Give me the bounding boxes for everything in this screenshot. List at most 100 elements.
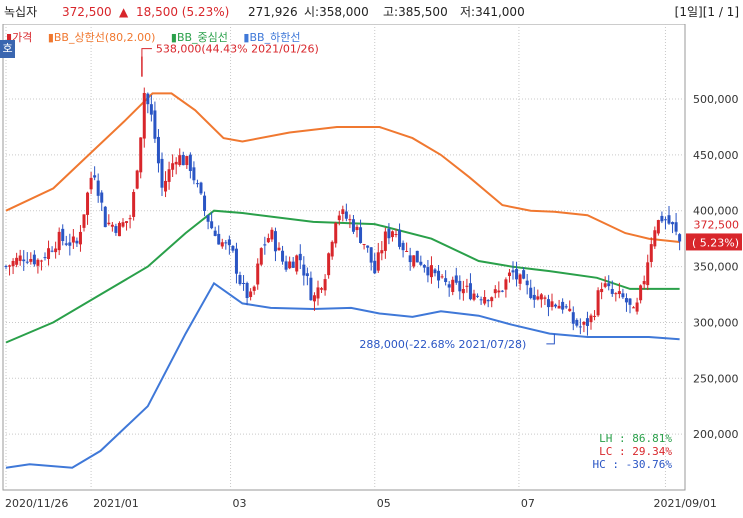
candle-body [362, 243, 366, 245]
x-tick-label: 05 [377, 497, 391, 510]
candle-body [419, 261, 423, 265]
candle-body [284, 261, 288, 270]
candle-body [89, 177, 93, 190]
candle-body [543, 297, 547, 299]
candle-body [493, 289, 497, 294]
candle-body [71, 236, 75, 243]
candle-body [100, 192, 104, 203]
candle-body [635, 302, 639, 312]
candle-body [86, 192, 90, 215]
candle-body [554, 304, 558, 307]
x-tick-label: 2021/01 [93, 497, 139, 510]
candle-body [497, 290, 501, 293]
candle-body [383, 231, 387, 251]
candle-body [646, 262, 650, 286]
candle-body [195, 183, 199, 185]
candle-body [458, 280, 462, 292]
legend-upper: ▮BB_상한선(80,2.00) [47, 31, 156, 44]
candle-body [671, 222, 675, 225]
candle-body [68, 242, 72, 246]
candle-body [139, 137, 143, 173]
candle-body [242, 282, 246, 284]
candle-body [639, 285, 643, 301]
candle-body [515, 269, 519, 280]
y-tick-label: 200,000 [693, 428, 739, 441]
candle-body [532, 294, 536, 300]
side-tab[interactable]: 호 [0, 40, 15, 58]
candle-body [167, 169, 171, 182]
x-tick-label: 2021/09/01 [653, 497, 716, 510]
candle-body [93, 175, 97, 178]
candle-body [32, 254, 36, 265]
candle-body [546, 299, 550, 308]
candle-body [660, 215, 664, 222]
candle-body [146, 93, 150, 105]
candle-body [11, 260, 15, 267]
candle-body [270, 229, 274, 240]
candle-body [210, 221, 214, 229]
candle-body [369, 247, 373, 263]
candle-body [578, 326, 582, 328]
price-change: 18,500 (5.23%) [136, 5, 230, 19]
candle-body [295, 255, 299, 272]
candle-body [504, 279, 508, 290]
candle-body [50, 250, 54, 252]
candle-body [8, 265, 12, 267]
stat-lc: LC : 29.34% [599, 445, 672, 458]
candle-body [344, 211, 348, 219]
candle-body [171, 163, 175, 170]
candle-body [185, 156, 189, 166]
candle-body [36, 259, 40, 266]
candle-body [568, 308, 572, 312]
candle-body [107, 222, 111, 225]
candle-body [117, 222, 121, 237]
candle-body [203, 195, 207, 211]
price-chart: 200,000250,000300,000350,000400,000450,0… [2, 24, 742, 510]
low-annotation: 288,000(-22.68% 2021/07/28) [359, 338, 526, 351]
period-page-indicator[interactable]: [1일][1 / 1] [675, 0, 739, 24]
candle-body [536, 296, 540, 300]
change-arrow: ▲ [119, 5, 129, 19]
candle-body [334, 222, 338, 244]
candle-body [600, 288, 604, 293]
candle-body [153, 110, 157, 139]
candle-body [78, 231, 82, 245]
legend-mid: ▮BB_중심선 [170, 31, 228, 44]
candle-body [128, 218, 132, 220]
candle-body [135, 170, 139, 189]
candle-body [575, 319, 579, 326]
candle-body [507, 272, 511, 277]
candle-body [188, 154, 192, 171]
stock-name: 녹십자 [4, 5, 38, 19]
candle-body [422, 265, 426, 268]
candle-body [366, 245, 370, 248]
candle-body [199, 182, 203, 194]
candle-body [227, 239, 231, 246]
candle-body [468, 283, 472, 300]
candle-body [316, 287, 320, 299]
candle-body [213, 230, 217, 236]
candle-body [359, 227, 363, 244]
candle-body [29, 259, 33, 262]
candle-body [585, 318, 589, 326]
candle-body [607, 283, 611, 287]
candle-body [373, 260, 377, 274]
candle-body [593, 315, 597, 317]
candle-body [603, 283, 607, 287]
candle-body [82, 214, 86, 228]
candle-body [281, 250, 285, 262]
candle-body [114, 226, 118, 233]
candle-body [132, 191, 136, 217]
candle-body [624, 298, 628, 303]
candle-body [408, 255, 412, 263]
candle-body [380, 250, 384, 254]
candle-body [614, 293, 618, 295]
price-badge-pct: ( 5.23%) [692, 236, 739, 249]
candle-body [486, 300, 490, 302]
current-price: 372,500 [62, 5, 112, 19]
candle-body [337, 215, 341, 221]
candle-body [472, 293, 476, 300]
candle-body [238, 275, 242, 285]
candle-body [476, 295, 480, 297]
candle-body [440, 276, 444, 278]
